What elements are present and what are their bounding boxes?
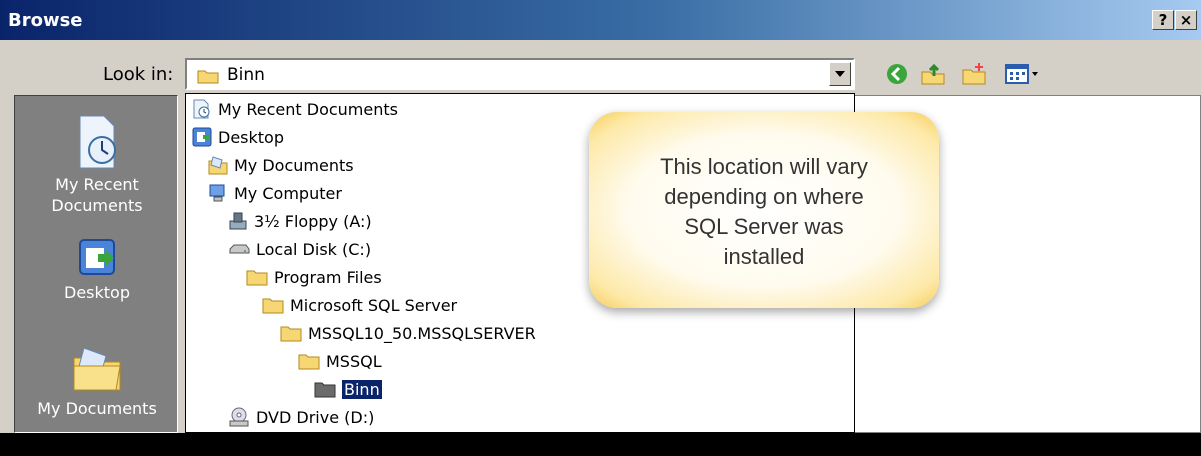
dropdown-item[interactable]: My Documents (208, 152, 354, 178)
folder-icon (280, 326, 302, 342)
callout-line: installed (723, 244, 805, 269)
dropdown-item-label: Desktop (218, 127, 284, 147)
dropdown-item-label: 3½ Floppy (A:) (254, 211, 372, 231)
places-label: My Recent (55, 175, 139, 194)
dvd-drive-icon (229, 407, 249, 427)
my-documents-icon (15, 344, 179, 394)
dropdown-item[interactable]: My Computer (208, 180, 342, 206)
places-bar: My Recent Documents Desktop My Documents (14, 95, 178, 433)
places-label: Desktop (64, 283, 130, 302)
dropdown-item-label: My Documents (234, 155, 354, 175)
places-recent-documents[interactable]: My Recent Documents (15, 114, 179, 216)
recent-documents-icon (15, 114, 179, 170)
local-disk-icon (229, 244, 250, 254)
dropdown-item-label: Program Files (274, 267, 382, 287)
folder-icon (246, 270, 268, 286)
dropdown-item-label: MSSQL (326, 351, 382, 371)
dropdown-item-label: My Computer (234, 183, 342, 203)
folder-icon (197, 68, 219, 88)
back-icon[interactable] (885, 62, 909, 90)
places-label: My Documents (37, 399, 157, 418)
callout-line: depending on where (664, 184, 864, 209)
dropdown-item-label: Microsoft SQL Server (290, 295, 458, 315)
dropdown-item-label: Binn (341, 378, 383, 400)
look-in-combobox[interactable]: Binn (185, 58, 855, 90)
new-folder-icon[interactable] (961, 62, 987, 90)
callout-line: SQL Server was (684, 214, 844, 239)
dropdown-item[interactable]: Desktop (192, 124, 284, 150)
dropdown-item-label: Local Disk (C:) (256, 239, 372, 259)
chevron-down-icon[interactable] (829, 62, 851, 86)
desktop-icon (192, 127, 212, 147)
close-button[interactable]: × (1175, 10, 1197, 30)
dropdown-item[interactable]: 3½ Floppy (A:) (228, 208, 372, 234)
places-desktop[interactable]: Desktop (15, 238, 179, 303)
my-computer-icon (209, 184, 225, 202)
dropdown-item[interactable]: Program Files (246, 264, 382, 290)
dropdown-item[interactable]: Microsoft SQL Server (262, 292, 457, 318)
dropdown-item-label: MSSQL10_50.MSSQLSERVER (308, 323, 536, 343)
title-bar[interactable]: Browse ? × (0, 0, 1201, 40)
dropdown-item-selected[interactable]: Binn (314, 376, 383, 402)
callout-line: This location will vary (660, 154, 868, 179)
dropdown-item-label: DVD Drive (D:) (256, 407, 375, 427)
view-menu-icon[interactable] (1004, 62, 1040, 90)
dropdown-item[interactable]: My Recent Documents (192, 96, 398, 122)
callout-annotation: This location will vary depending on whe… (589, 112, 939, 308)
recent-documents-icon (193, 99, 210, 119)
places-my-documents[interactable]: My Documents (15, 344, 179, 419)
folder-icon (262, 298, 284, 314)
browse-dialog: Browse ? × Look in: Binn My Recent Docum… (0, 0, 1201, 433)
floppy-icon (229, 212, 247, 230)
dropdown-item[interactable]: MSSQL10_50.MSSQLSERVER (280, 320, 536, 346)
dropdown-item[interactable]: MSSQL (298, 348, 382, 374)
folder-icon (298, 354, 320, 370)
up-folder-icon[interactable] (920, 62, 946, 90)
desktop-icon (15, 238, 179, 278)
look-in-value: Binn (227, 65, 265, 85)
callout-text: This location will vary depending on whe… (609, 152, 919, 272)
dropdown-item-label: My Recent Documents (218, 99, 398, 119)
dropdown-item[interactable]: Local Disk (C:) (228, 236, 371, 262)
open-folder-icon (314, 382, 336, 398)
my-documents-icon (208, 156, 228, 175)
dialog-title: Browse (8, 10, 83, 31)
help-button[interactable]: ? (1152, 10, 1174, 30)
dropdown-item[interactable]: DVD Drive (D:) (228, 404, 374, 430)
places-label: Documents (51, 196, 143, 215)
look-in-label: Look in: (103, 64, 174, 85)
